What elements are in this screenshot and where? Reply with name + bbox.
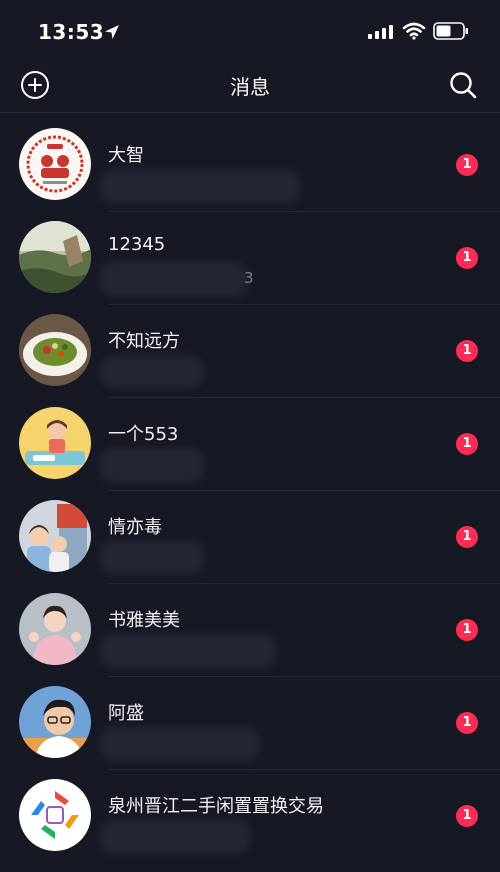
conversation-item[interactable]: 不知远方 1 [0,305,500,398]
avatar [19,779,91,851]
signal-icon [368,25,393,39]
avatar [19,314,91,386]
conversation-item[interactable]: 一个553 1 [0,398,500,491]
conversation-preview-blurred [100,262,248,296]
wifi-icon [402,22,426,40]
avatar [19,128,91,200]
conversation-preview-blurred [100,448,204,482]
conversation-name: 一个553 [108,424,179,445]
unread-badge: 1 [456,154,478,176]
conversation-preview-tail: 3 [244,269,254,287]
conversation-item[interactable]: 情亦毒 1 [0,491,500,584]
conversation-preview-blurred [100,541,204,575]
header-divider [0,112,500,113]
conversation-name: 大智 [108,145,144,166]
status-time: 13:53 [38,20,105,44]
conversation-name: 泉州晋江二手闲置置换交易 [108,796,324,817]
unread-badge: 1 [456,247,478,269]
header: 消息 [0,62,500,112]
conversation-item[interactable]: 书雅美美 1 [0,584,500,677]
avatar [19,221,91,293]
unread-badge: 1 [456,619,478,641]
search-icon [450,72,477,99]
conversation-item[interactable]: 大智 1 [0,119,500,212]
conversation-name: 情亦毒 [108,517,162,538]
avatar [19,407,91,479]
unread-badge: 1 [456,712,478,734]
conversation-preview-blurred [100,727,260,761]
conversation-name: 阿盛 [108,703,144,724]
conversation-preview-blurred [100,169,300,203]
conversation-preview-blurred [100,820,250,854]
unread-badge: 1 [456,433,478,455]
avatar [19,593,91,665]
conversation-item[interactable]: 泉州晋江二手闲置置换交易 1 [0,770,500,863]
conversation-preview-blurred [100,355,204,389]
conversation-item[interactable]: 12345 3 1 [0,212,500,305]
avatar [19,500,91,572]
avatar [19,686,91,758]
battery-icon [433,22,468,40]
conversation-name: 12345 [108,234,166,255]
location-arrow-icon [105,25,119,39]
conversation-name: 书雅美美 [108,610,180,631]
unread-badge: 1 [456,805,478,827]
status-bar: 13:53 [0,0,500,62]
unread-badge: 1 [456,526,478,548]
conversation-name: 不知远方 [108,331,180,352]
search-button[interactable] [446,68,480,102]
conversation-item[interactable]: 阿盛 1 [0,677,500,770]
conversation-list: 大智 1 12345 3 1 不知远方 1 一个553 1 情亦毒 1 书雅美美… [0,119,500,863]
conversation-preview-blurred [100,634,276,668]
page-title: 消息 [230,75,270,99]
unread-badge: 1 [456,340,478,362]
